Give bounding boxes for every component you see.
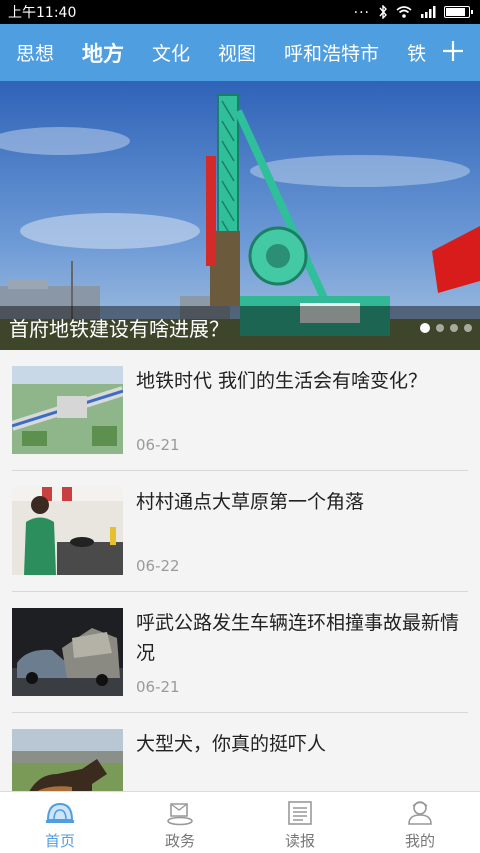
signal-icon: [421, 6, 436, 18]
news-thumbnail: [12, 487, 123, 575]
news-title: 大型犬，你真的挺吓人: [136, 733, 327, 755]
nav-government[interactable]: 政务: [120, 792, 240, 853]
wifi-icon: [396, 6, 412, 18]
add-channel-button[interactable]: [438, 36, 468, 66]
nav-government-label: 政务: [164, 832, 195, 850]
nav-home[interactable]: 首页: [0, 792, 120, 853]
notification-dots: ...: [353, 1, 370, 17]
nav-newspaper-label: 读报: [284, 832, 315, 850]
profile-icon: [408, 801, 432, 825]
home-dome-icon: [46, 802, 74, 823]
tab-tie[interactable]: 铁: [407, 39, 426, 66]
bluetooth-icon: [379, 5, 387, 19]
news-date: 06-21: [136, 436, 180, 454]
news-thumbnail: [12, 608, 123, 696]
tab-difang[interactable]: 地方: [82, 38, 124, 68]
status-icons: ...: [353, 1, 473, 19]
tab-wenhua[interactable]: 文化: [152, 39, 190, 66]
news-item[interactable]: 村村通点大草原第一个角落 06-22: [12, 471, 468, 592]
battery-icon: [444, 6, 473, 18]
plus-icon: [443, 41, 463, 61]
carousel-dot[interactable]: [436, 324, 444, 332]
news-item[interactable]: 呼武公路发生车辆连环相撞事故最新情况 06-21: [12, 592, 468, 713]
nav-profile-label: 我的: [404, 832, 435, 850]
carousel-dot[interactable]: [464, 324, 472, 332]
bottom-nav: 首页 政务 读报 我的: [0, 791, 480, 853]
news-item[interactable]: 大型犬，你真的挺吓人: [12, 713, 468, 791]
status-bar: 上午11:40 ...: [0, 0, 480, 24]
carousel-indicator: [420, 323, 472, 333]
headline-banner[interactable]: 首府地铁建设有啥进展？: [0, 81, 480, 350]
government-icon: [167, 803, 193, 826]
news-item[interactable]: 地铁时代 我们的生活会有啥变化？ 06-21: [12, 350, 468, 471]
tab-huhehaote[interactable]: 呼和浩特市: [284, 39, 379, 66]
banner-title: 首府地铁建设有啥进展？: [9, 317, 229, 341]
news-title: 村村通点大草原第一个角落: [136, 491, 365, 513]
newspaper-icon: [288, 801, 312, 825]
nav-newspaper[interactable]: 读报: [240, 792, 360, 853]
news-date: 06-22: [136, 557, 180, 575]
nav-profile[interactable]: 我的: [360, 792, 480, 853]
news-date: 06-21: [136, 678, 180, 696]
news-list: 地铁时代 我们的生活会有啥变化？ 06-21 村村通点大草原第一个角落 06-2…: [0, 350, 480, 791]
category-nav: 思想 地方 文化 视图 呼和浩特市 铁: [0, 24, 480, 81]
nav-home-label: 首页: [44, 832, 75, 850]
carousel-dot[interactable]: [420, 323, 430, 333]
status-time: 上午11:40: [8, 5, 77, 21]
tab-shitu[interactable]: 视图: [218, 39, 256, 66]
news-thumbnail: [12, 366, 123, 454]
carousel-dot[interactable]: [450, 324, 458, 332]
news-thumbnail: [12, 729, 123, 791]
news-title: 地铁时代 我们的生活会有啥变化？: [136, 370, 428, 392]
news-title: 呼武公路发生车辆连环相撞事故最新情况: [136, 612, 460, 664]
tab-sixiang[interactable]: 思想: [16, 39, 54, 66]
category-tabs: 思想 地方 文化 视图 呼和浩特市 铁: [0, 24, 430, 81]
